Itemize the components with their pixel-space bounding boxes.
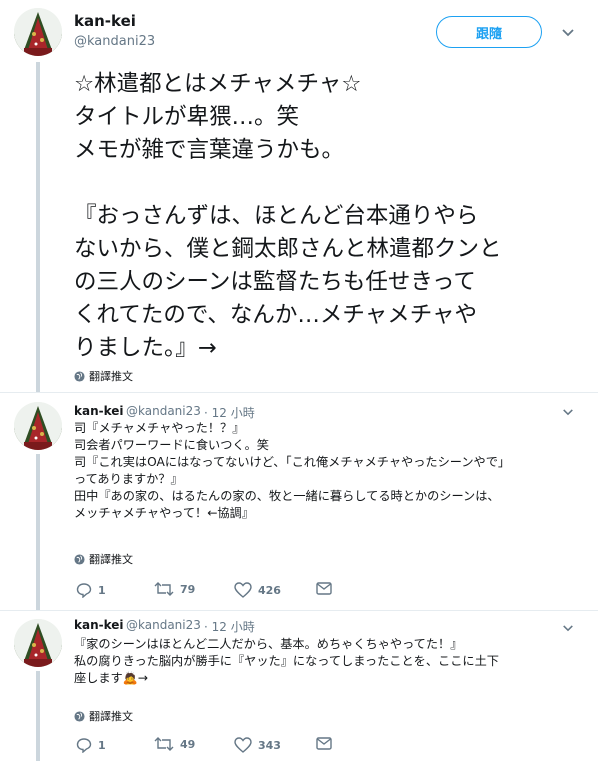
retweet-button[interactable]: 79 <box>154 582 195 596</box>
translate-label: 翻譯推文 <box>89 553 133 566</box>
author-handle[interactable]: @kandani23 <box>74 34 155 49</box>
tweet-text: 『家のシーンはほとんど二人だから、基本。めちゃくちゃやってた！』 私の腐りきった… <box>74 637 499 685</box>
thread-line <box>36 454 40 610</box>
reply-count: 1 <box>98 583 106 597</box>
retweet-button[interactable]: 49 <box>154 737 195 751</box>
translate-link[interactable]: 翻譯推文 <box>74 551 133 567</box>
avatar[interactable] <box>14 402 62 450</box>
envelope-icon <box>316 737 332 750</box>
tweet-thread: kan-kei @kandani23 跟隨 ☆林遣都とはメチャメチャ☆ タイトル… <box>0 0 598 761</box>
heart-icon <box>234 582 252 598</box>
translate-link[interactable]: 翻譯推文 <box>74 368 133 384</box>
avatar[interactable] <box>14 619 62 667</box>
tweet-text: ☆林遣都とはメチャメチャ☆ タイトルが卑猥…。笑 メモが雑で言葉違うかも。 『お… <box>74 71 502 361</box>
main-tweet: kan-kei @kandani23 跟隨 ☆林遣都とはメチャメチャ☆ タイトル… <box>0 0 598 392</box>
globe-icon <box>74 710 85 722</box>
chevron-down-icon[interactable] <box>561 28 575 38</box>
like-button[interactable]: 343 <box>234 737 281 753</box>
dm-button[interactable] <box>316 582 332 595</box>
thread-line <box>36 62 40 392</box>
envelope-icon <box>316 582 332 595</box>
author-name[interactable]: kan-kei <box>74 618 124 632</box>
timestamp[interactable]: · 12 小時 <box>204 618 255 635</box>
reply-icon <box>76 738 92 753</box>
follow-button[interactable]: 跟隨 <box>436 16 542 48</box>
like-count: 426 <box>258 583 281 597</box>
chevron-down-icon[interactable] <box>562 408 574 417</box>
dm-button[interactable] <box>316 737 332 750</box>
tweet-actions: 1 79 426 <box>74 582 354 602</box>
translate-label: 翻譯推文 <box>89 710 133 723</box>
reply-button[interactable]: 1 <box>76 737 106 753</box>
chevron-down-icon[interactable] <box>562 624 574 633</box>
author-name[interactable]: kan-kei <box>74 12 136 30</box>
reply-count: 1 <box>98 738 106 752</box>
heart-icon <box>234 737 252 753</box>
tweet-text: 司『メチャメチャやった！？』 司会者パワーワードに食いつく。笑 司『これ実はOA… <box>74 421 511 520</box>
divider <box>0 610 598 611</box>
author-handle[interactable]: @kandani23 <box>126 618 201 632</box>
divider <box>0 392 598 393</box>
author-name[interactable]: kan-kei <box>74 404 124 418</box>
retweet-count: 49 <box>180 737 196 751</box>
tweet-actions: 1 49 343 <box>74 737 354 757</box>
like-count: 343 <box>258 738 281 752</box>
reply-button[interactable]: 1 <box>76 582 106 598</box>
translate-label: 翻譯推文 <box>89 370 133 383</box>
translate-link[interactable]: 翻譯推文 <box>74 708 133 724</box>
globe-icon <box>74 553 85 565</box>
timestamp[interactable]: · 12 小時 <box>204 404 255 421</box>
reply-icon <box>76 583 92 598</box>
retweet-icon <box>154 737 174 751</box>
thread-line <box>36 671 40 761</box>
retweet-count: 79 <box>180 582 196 596</box>
globe-icon <box>74 370 85 382</box>
avatar[interactable] <box>14 8 62 56</box>
retweet-icon <box>154 582 174 596</box>
author-handle[interactable]: @kandani23 <box>126 404 201 418</box>
like-button[interactable]: 426 <box>234 582 281 598</box>
